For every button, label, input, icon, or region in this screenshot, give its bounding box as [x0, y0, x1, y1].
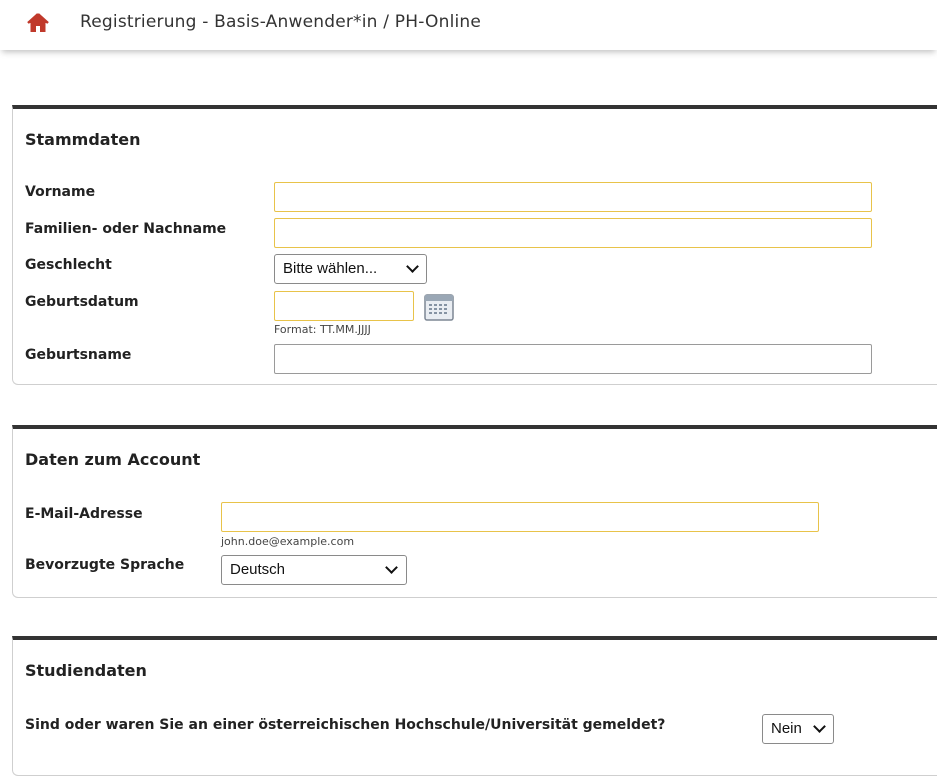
studien-section: Studiendaten Sind oder waren Sie an eine… [12, 636, 937, 776]
geburtsname-label: Geburtsname [25, 347, 132, 363]
sprache-label: Bevorzugte Sprache [25, 557, 185, 573]
section-title-studien: Studiendaten [25, 661, 147, 680]
geburtsdatum-input[interactable] [274, 291, 414, 321]
geschlecht-select[interactable]: Bitte wählen... [274, 254, 427, 284]
geschlecht-select-value: Bitte wählen... [283, 260, 378, 277]
stammdaten-section: Stammdaten Vorname Familien- oder Nachna… [12, 105, 937, 385]
page-title: Registrierung - Basis-Anwender*in / PH-O… [80, 12, 482, 32]
email-hint: john.doe@example.com [221, 535, 355, 548]
geburtsname-input[interactable] [274, 344, 872, 374]
calendar-icon[interactable] [424, 293, 454, 321]
hochschule-select-value: Nein [771, 720, 802, 737]
chevron-down-icon [406, 260, 419, 273]
sprache-select-value: Deutsch [230, 561, 286, 578]
email-input[interactable] [221, 502, 819, 532]
sprache-select[interactable]: Deutsch [221, 555, 407, 585]
page-header: Registrierung - Basis-Anwender*in / PH-O… [0, 0, 937, 50]
vorname-input[interactable] [274, 182, 872, 212]
geburtsdatum-format-hint: Format: TT.MM.JJJJ [274, 323, 371, 336]
section-title-stammdaten: Stammdaten [25, 130, 141, 149]
email-label: E-Mail-Adresse [25, 506, 143, 522]
geschlecht-label: Geschlecht [25, 257, 112, 273]
section-title-account: Daten zum Account [25, 450, 201, 469]
geburtsdatum-label: Geburtsdatum [25, 294, 139, 310]
hochschule-question-label: Sind oder waren Sie an einer österreichi… [25, 717, 666, 733]
home-icon[interactable] [27, 13, 49, 33]
nachname-label: Familien- oder Nachname [25, 221, 227, 237]
chevron-down-icon [813, 720, 826, 733]
nachname-input[interactable] [274, 218, 872, 248]
hochschule-select[interactable]: Nein [762, 714, 834, 744]
account-section: Daten zum Account E-Mail-Adresse john.do… [12, 425, 937, 598]
chevron-down-icon [385, 561, 398, 574]
vorname-label: Vorname [25, 184, 96, 200]
